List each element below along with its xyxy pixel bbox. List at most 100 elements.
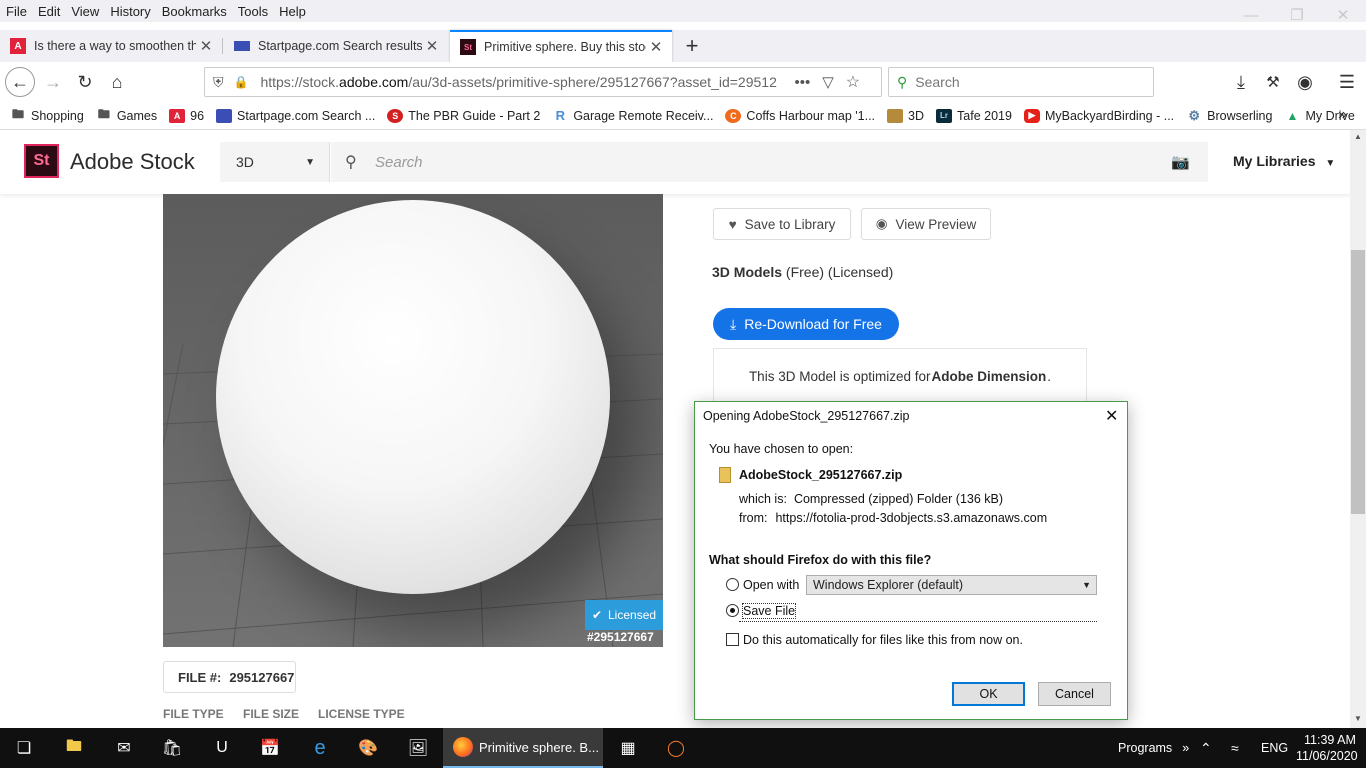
- tab-adobe-stock[interactable]: St Primitive sphere. Buy this stock ✕: [450, 30, 672, 62]
- action-question: What should Firefox do with this file?: [709, 553, 932, 567]
- radio-selected-icon: [726, 604, 739, 617]
- bookmark-garage-remote[interactable]: R Garage Remote Receiv...: [552, 108, 714, 123]
- save-to-library-button[interactable]: ♥ Save to Library: [713, 208, 851, 240]
- url-text[interactable]: https://stock.adobe.com/au/3d-assets/pri…: [260, 74, 780, 90]
- unreal-engine-icon[interactable]: U: [198, 728, 246, 768]
- home-icon[interactable]: ⌂: [102, 67, 132, 97]
- minimize-button[interactable]: —: [1228, 0, 1274, 30]
- 3d-icon: [887, 108, 904, 123]
- page-actions-icon[interactable]: •••: [794, 74, 810, 91]
- open-with-select[interactable]: Windows Explorer (default) ▼: [806, 575, 1097, 595]
- lock-icon[interactable]: 🔒: [234, 75, 249, 89]
- ok-button[interactable]: OK: [952, 682, 1025, 706]
- search-icon: ⚲: [897, 73, 908, 90]
- scroll-up-icon[interactable]: ▲: [1354, 132, 1362, 141]
- bookmark-96[interactable]: A 96: [169, 108, 204, 123]
- asset-preview[interactable]: ✔ Licensed #295127667: [163, 194, 663, 647]
- bookmark-backyard-birding[interactable]: ▶ MyBackyardBirding - ...: [1023, 108, 1174, 123]
- menu-bookmarks[interactable]: Bookmarks: [162, 4, 227, 19]
- tray-chevron-icon[interactable]: ⌃: [1200, 728, 1212, 768]
- stock-search-input[interactable]: ⚲ Search 📷: [331, 142, 1208, 182]
- calculator-icon[interactable]: ▦: [604, 728, 652, 768]
- close-window-button[interactable]: ✕: [1320, 0, 1366, 30]
- bookmark-shopping[interactable]: 🖿 Shopping: [10, 107, 84, 123]
- asset-type-dropdown[interactable]: 3D ▼: [220, 142, 330, 182]
- store-icon[interactable]: 🛍: [148, 728, 196, 768]
- bookmark-startpage[interactable]: Startpage.com Search ...: [216, 108, 375, 123]
- restore-button[interactable]: ❐: [1274, 0, 1320, 30]
- adobe-stock-icon: St: [460, 39, 476, 55]
- edge-icon[interactable]: e: [296, 728, 344, 768]
- wrench-icon[interactable]: ⚒: [1258, 67, 1288, 97]
- account-icon[interactable]: ◉: [1290, 67, 1320, 97]
- photos-icon[interactable]: 🖼: [394, 728, 442, 768]
- windows-start-icon[interactable]: ❏: [0, 728, 48, 768]
- view-preview-button[interactable]: ◉ View Preview: [861, 208, 991, 240]
- mail-icon[interactable]: ✉: [100, 728, 148, 768]
- close-tab-icon[interactable]: ✕: [422, 37, 442, 55]
- clock[interactable]: 11:39 AM 11/06/2020: [1296, 728, 1358, 768]
- tab-title: Primitive sphere. Buy this stock: [484, 40, 646, 54]
- file-explorer-icon[interactable]: 🖿: [50, 728, 98, 768]
- adobe-stock-logo[interactable]: St: [24, 144, 59, 178]
- new-tab-icon[interactable]: +: [678, 32, 706, 60]
- bookmark-games[interactable]: 🖿 Games: [96, 107, 157, 123]
- bookmark-coffs-map[interactable]: C Coffs Harbour map '1...: [725, 108, 875, 123]
- shield-icon[interactable]: ⛨: [213, 74, 224, 91]
- paint-icon[interactable]: 🎨: [344, 728, 392, 768]
- dialog-title: Opening AdobeStock_295127667.zip: [703, 409, 910, 423]
- tab-adobe-forum[interactable]: A Is there a way to smoothen the ✕: [0, 30, 222, 62]
- menu-help[interactable]: Help: [279, 4, 306, 19]
- menu-tools[interactable]: Tools: [238, 4, 268, 19]
- wifi-icon[interactable]: ≈: [1231, 728, 1239, 768]
- bookmark-star-icon[interactable]: ☆: [846, 72, 860, 92]
- save-file-radio[interactable]: Save File: [726, 603, 797, 619]
- sphere-render: [216, 200, 610, 594]
- search-placeholder: Search: [915, 74, 960, 90]
- close-tab-icon[interactable]: ✕: [196, 37, 216, 55]
- redownload-button[interactable]: ⤓ Re-Download for Free: [713, 308, 899, 340]
- chevron-down-icon: ▼: [1082, 580, 1091, 590]
- drive-icon: ▲: [1286, 108, 1299, 123]
- reload-icon[interactable]: ↻: [70, 67, 100, 97]
- menu-edit[interactable]: Edit: [38, 4, 60, 19]
- search-input[interactable]: ⚲ Search: [888, 67, 1154, 97]
- blender-icon[interactable]: ◯: [652, 728, 700, 768]
- downloads-icon[interactable]: ⤓: [1226, 67, 1256, 97]
- camera-icon[interactable]: 📷: [1171, 153, 1190, 171]
- programs-toolbar[interactable]: Programs»: [1118, 728, 1189, 768]
- open-with-radio[interactable]: Open with: [726, 578, 799, 592]
- close-dialog-icon[interactable]: ✕: [1105, 406, 1118, 426]
- tab-title: Startpage.com Search results: [258, 39, 422, 53]
- bookmark-browserling[interactable]: ⚙ Browserling: [1186, 108, 1272, 123]
- startpage-icon: [216, 108, 233, 123]
- menu-view[interactable]: View: [71, 4, 99, 19]
- checkbox-icon: [726, 633, 739, 646]
- menu-history[interactable]: History: [110, 4, 150, 19]
- close-tab-icon[interactable]: ✕: [646, 38, 666, 56]
- tab-startpage[interactable]: Startpage.com Search results ✕: [224, 30, 448, 62]
- stock-search-placeholder: Search: [375, 153, 423, 171]
- my-libraries-menu[interactable]: My Libraries ▼: [1233, 153, 1335, 169]
- calendar-icon[interactable]: 📅: [246, 728, 294, 768]
- download-icon: ⤓: [730, 315, 737, 332]
- scrollbar-thumb[interactable]: [1351, 250, 1365, 514]
- menu-file[interactable]: File: [6, 4, 27, 19]
- url-bar[interactable]: ⛨ 🔒 https://stock.adobe.com/au/3d-assets…: [204, 67, 882, 97]
- taskbar: ❏ 🖿 ✉ 🛍 U 📅 e 🎨 🖼 Primitive sphere. B...…: [0, 728, 1366, 768]
- scroll-down-icon[interactable]: ▼: [1354, 714, 1362, 723]
- bookmark-3d[interactable]: 3D: [887, 108, 924, 123]
- pocket-icon[interactable]: ▽: [822, 73, 834, 91]
- bookmark-pbr-guide[interactable]: S The PBR Guide - Part 2: [387, 108, 540, 123]
- forward-arrow-icon[interactable]: →: [38, 67, 68, 97]
- youtube-icon: ▶: [1023, 108, 1040, 123]
- site-name[interactable]: Adobe Stock: [70, 149, 195, 175]
- language-indicator[interactable]: ENG: [1261, 728, 1288, 768]
- auto-checkbox[interactable]: Do this automatically for files like thi…: [726, 633, 1023, 647]
- back-arrow-icon[interactable]: ←: [5, 67, 35, 97]
- taskbar-firefox[interactable]: Primitive sphere. B...: [443, 728, 603, 768]
- hamburger-menu-icon[interactable]: ☰: [1332, 67, 1362, 97]
- bookmarks-overflow-icon[interactable]: »: [1338, 106, 1347, 124]
- bookmark-tafe[interactable]: Lr Tafe 2019: [936, 108, 1012, 123]
- cancel-button[interactable]: Cancel: [1038, 682, 1111, 706]
